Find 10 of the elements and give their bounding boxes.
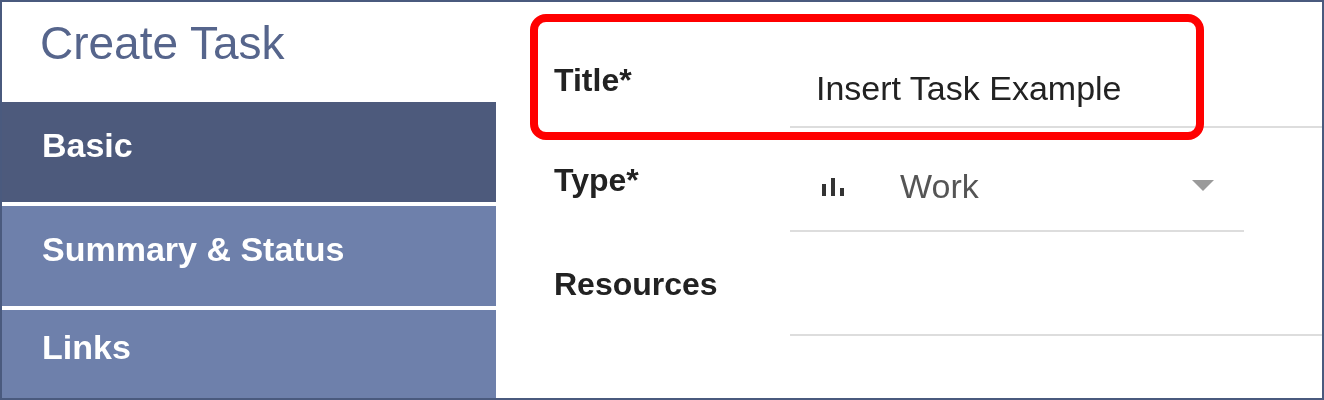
field-label: Type* [554, 161, 640, 199]
sidebar-tab[interactable]: Basic [2, 102, 496, 202]
input-field[interactable]: Insert Task Example [790, 2, 1322, 128]
sidebar-tab[interactable]: Links [2, 310, 496, 398]
caret-icon [1192, 180, 1214, 192]
field-label: Title* [554, 60, 633, 99]
field-label: Resources [554, 265, 719, 303]
sidebar-tab[interactable]: Summary & Status [2, 206, 496, 306]
dropdown-field[interactable]: Work [790, 128, 1244, 232]
page-heading: Create Task [40, 18, 285, 69]
